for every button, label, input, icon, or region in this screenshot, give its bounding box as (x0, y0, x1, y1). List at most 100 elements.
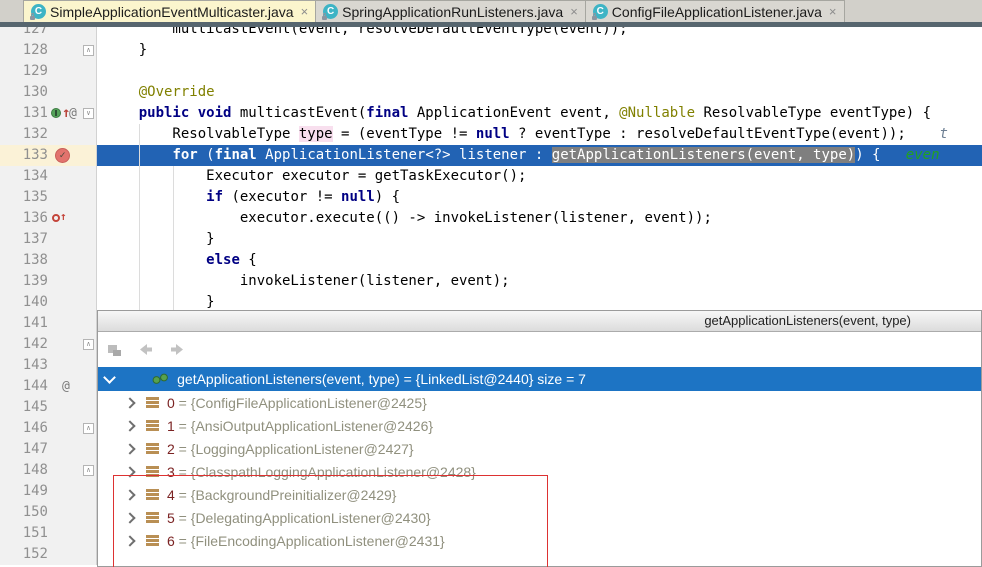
chevron-right-icon[interactable] (124, 396, 136, 409)
code-text[interactable]: public void multicastEvent(final Applica… (97, 103, 982, 124)
gutter[interactable]: 130 (0, 82, 97, 103)
code-line[interactable]: 132 ResolvableType type = (eventType != … (0, 124, 982, 145)
code-text[interactable]: invokeListener(listener, event); (97, 271, 982, 292)
gutter[interactable]: 139 (0, 271, 97, 292)
code-line[interactable]: 135 if (executor != null) { (0, 187, 982, 208)
gutter[interactable]: 127 (0, 27, 97, 40)
gutter[interactable]: 152 (0, 544, 97, 565)
code-text[interactable]: @Override (97, 82, 982, 103)
gutter[interactable]: 150 (0, 502, 97, 523)
editor-tab[interactable]: C ConfigFileApplicationListener.java × (585, 0, 845, 22)
code-text[interactable]: } (97, 40, 982, 61)
gutter[interactable]: 151 (0, 523, 97, 544)
gutter[interactable]: 131 ↑ @ ∨ (0, 103, 97, 124)
gutter[interactable]: 133 ✓ (0, 145, 97, 166)
close-icon[interactable]: × (829, 5, 837, 18)
gutter[interactable]: 146 ∧ (0, 418, 97, 439)
gutter[interactable]: 148 ∧ (0, 460, 97, 481)
fold-marker-icon[interactable]: ∧ (83, 339, 94, 350)
code-line[interactable]: 136 executor.execute(() -> invokeListene… (0, 208, 982, 229)
list-element-icon (146, 443, 159, 454)
fold-marker-icon[interactable]: ∧ (83, 45, 94, 56)
evaluate-expression-popup: getApplicationListeners(event, type) get… (97, 310, 982, 567)
lambda-breakpoint-icon[interactable] (52, 210, 67, 223)
gutter[interactable]: 144 @ (0, 376, 97, 397)
editor-tab[interactable]: C SpringApplicationRunListeners.java × (316, 0, 586, 22)
override-up-icon[interactable] (51, 108, 61, 118)
chevron-right-icon[interactable] (124, 442, 136, 455)
result-tree-row-selected[interactable]: getApplicationListeners(event, type) = {… (98, 367, 981, 391)
code-segment: multicastEvent( (231, 105, 367, 121)
line-number: 150 (22, 504, 48, 520)
code-line[interactable]: 134 Executor executor = getTaskExecutor(… (0, 166, 982, 187)
code-segment: { (239, 252, 257, 268)
code-text[interactable]: executor.execute(() -> invokeListener(li… (97, 208, 982, 229)
code-segment: ApplicationEvent event, (408, 105, 620, 121)
gutter[interactable]: 134 (0, 166, 97, 187)
gutter[interactable]: 128 ∧ (0, 40, 97, 61)
line-number: 131 (22, 105, 48, 121)
gutter[interactable]: 129 (0, 61, 97, 82)
code-line[interactable]: 138 else { (0, 250, 982, 271)
list-item-row[interactable]: 6 = {FileEncodingApplicationListener@243… (98, 529, 981, 552)
gutter[interactable]: 132 (0, 124, 97, 145)
code-text-content: } (105, 42, 147, 58)
close-icon[interactable]: × (301, 5, 309, 18)
item-value: {AnsiOutputApplicationListener@2426} (190, 417, 434, 434)
popup-toolbar (98, 332, 981, 367)
code-line[interactable]: 129 (0, 61, 982, 82)
code-text[interactable]: } (97, 229, 982, 250)
code-text[interactable]: Executor executor = getTaskExecutor(); (97, 166, 982, 187)
gutter[interactable]: 141 (0, 313, 97, 334)
list-item-row[interactable]: 5 = {DelegatingApplicationListener@2430} (98, 506, 981, 529)
list-item-row[interactable]: 3 = {ClasspathLoggingApplicationListener… (98, 460, 981, 483)
close-icon[interactable]: × (570, 5, 578, 18)
fold-marker-icon[interactable]: ∨ (83, 108, 94, 119)
gutter[interactable]: 137 (0, 229, 97, 250)
code-text[interactable]: else { (97, 250, 982, 271)
gutter[interactable]: 145 (0, 397, 97, 418)
code-text[interactable]: ResolvableType type = (eventType != null… (97, 124, 982, 145)
line-number: 139 (22, 273, 48, 289)
chevron-right-icon[interactable] (124, 488, 136, 501)
gutter[interactable]: 147 (0, 439, 97, 460)
gutter[interactable]: 142 ∧ (0, 334, 97, 355)
code-line[interactable]: 128 ∧ } (0, 40, 982, 61)
gutter[interactable]: 135 (0, 187, 97, 208)
chevron-right-icon[interactable] (124, 465, 136, 478)
code-text[interactable]: multicastEvent(event, resolveDefaultEven… (97, 27, 982, 40)
gutter[interactable]: 140 (0, 292, 97, 313)
popup-title-bar[interactable]: getApplicationListeners(event, type) (98, 311, 981, 332)
gutter[interactable]: 138 (0, 250, 97, 271)
breakpoint-icon[interactable]: ✓ (55, 148, 70, 163)
code-line[interactable]: 131 ↑ @ ∨ public void multicastEvent(final … (0, 103, 982, 124)
fold-marker-icon[interactable]: ∧ (83, 465, 94, 476)
code-text[interactable]: for (final ApplicationListener<?> listen… (97, 145, 982, 166)
list-item-row[interactable]: 4 = {BackgroundPreinitializer@2429} (98, 483, 981, 506)
chevron-right-icon[interactable] (124, 511, 136, 524)
code-line[interactable]: 139 invokeListener(listener, event); (0, 271, 982, 292)
line-number: 143 (22, 357, 48, 373)
code-line[interactable]: 130 @Override (0, 82, 982, 103)
chevron-right-icon[interactable] (124, 534, 136, 547)
gutter[interactable]: 136 (0, 208, 97, 229)
list-item-row[interactable]: 1 = {AnsiOutputApplicationListener@2426} (98, 414, 981, 437)
fold-marker-icon[interactable]: ∧ (83, 423, 94, 434)
item-equals: = (174, 509, 191, 526)
line-number: 136 (22, 210, 48, 226)
gutter[interactable]: 143 (0, 355, 97, 376)
chevron-down-icon[interactable] (103, 371, 116, 384)
list-item-row[interactable]: 2 = {LoggingApplicationListener@2427} (98, 437, 981, 460)
editor-tab[interactable]: C SimpleApplicationEventMulticaster.java × (23, 0, 317, 22)
gutter[interactable]: 149 (0, 481, 97, 502)
forward-arrow-icon[interactable] (169, 342, 186, 357)
code-line[interactable]: 133 ✓ for (final ApplicationListener<?> l… (0, 145, 982, 166)
code-line[interactable]: 137 } (0, 229, 982, 250)
code-text[interactable] (97, 61, 982, 82)
code-text[interactable]: if (executor != null) { (97, 187, 982, 208)
line-number: 146 (22, 420, 48, 436)
chevron-right-icon[interactable] (124, 419, 136, 432)
code-line[interactable]: 127 multicastEvent(event, resolveDefault… (0, 27, 982, 40)
list-item-row[interactable]: 0 = {ConfigFileApplicationListener@2425} (98, 391, 981, 414)
